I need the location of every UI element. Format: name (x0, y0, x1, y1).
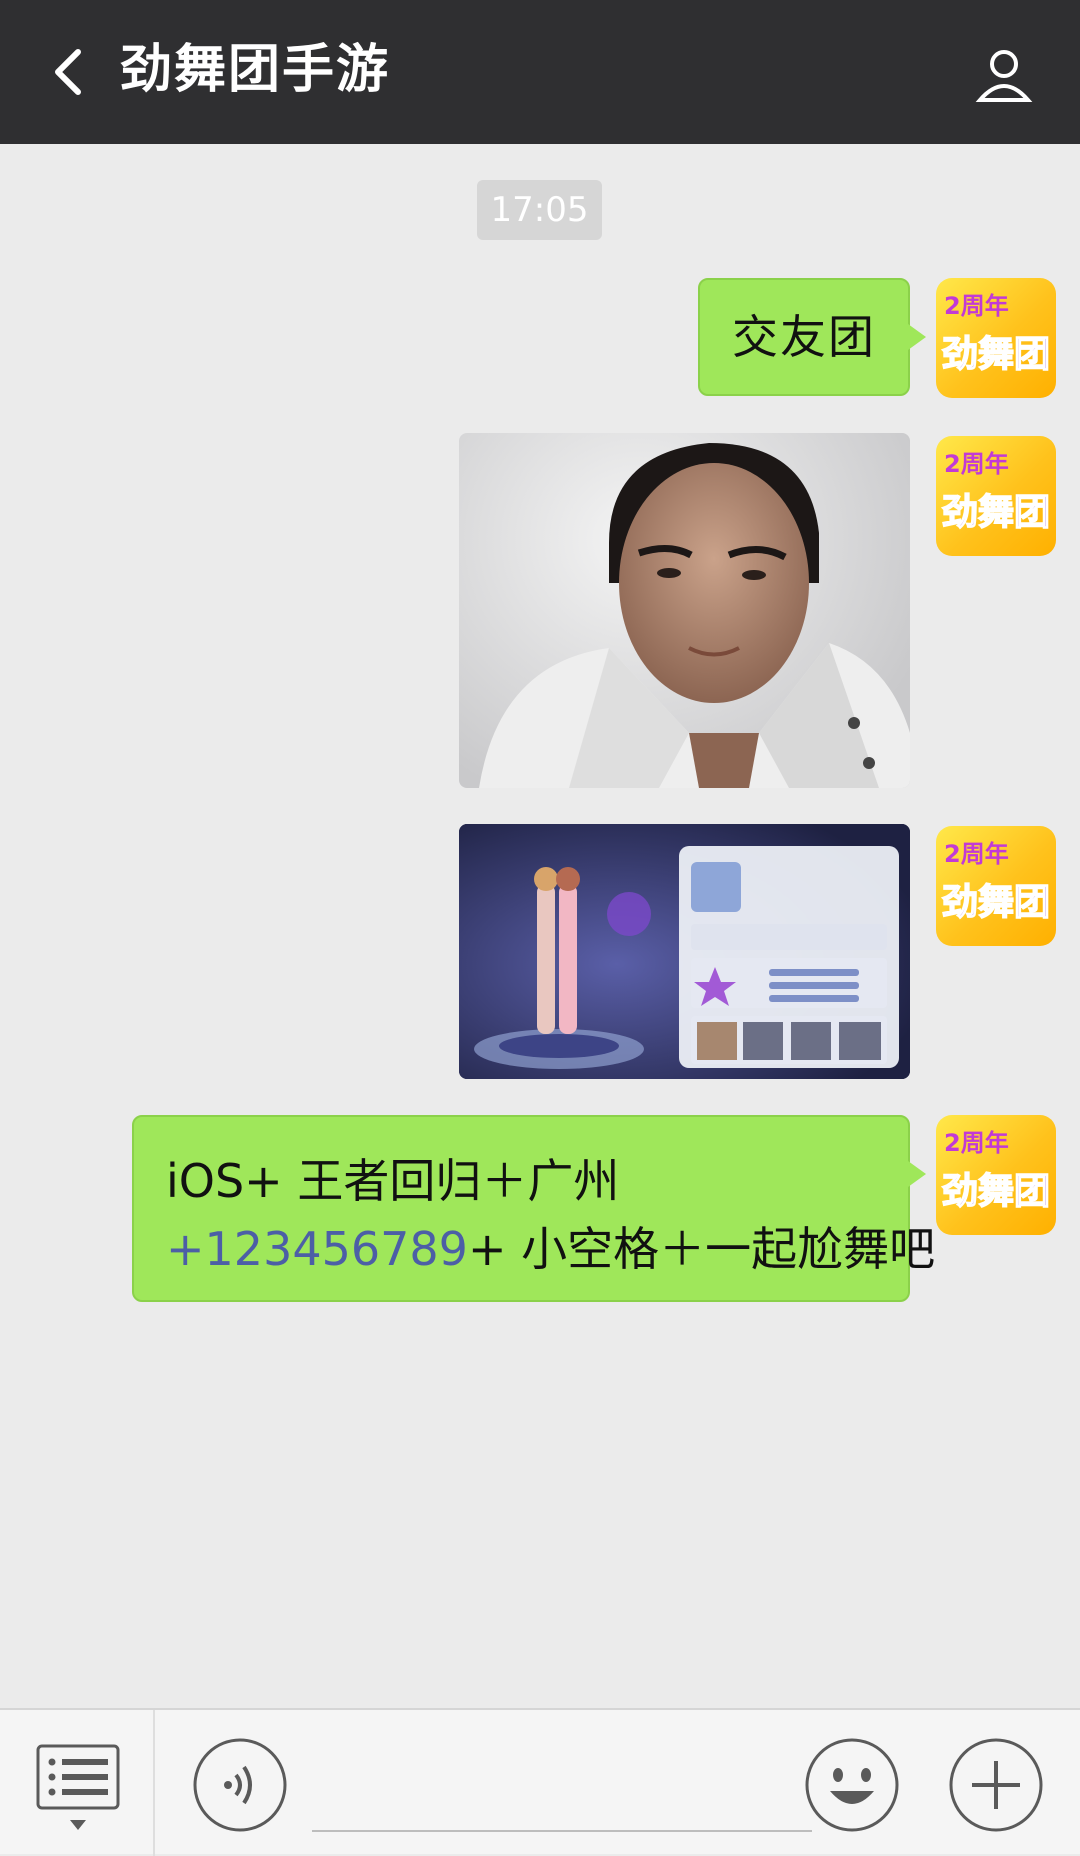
plus-icon[interactable] (948, 1737, 1044, 1833)
message-text: 交友团 (732, 310, 876, 364)
toolbar-divider (153, 1710, 155, 1856)
avatar[interactable]: 2周年 劲舞团 (936, 1115, 1056, 1235)
portrait-photo-image (479, 443, 910, 788)
chat-title: 劲舞团手游 (120, 40, 391, 100)
svg-text:2周年: 2周年 (944, 840, 1009, 868)
svg-text:劲舞团: 劲舞团 (942, 882, 1050, 923)
back-arrow-icon[interactable] (44, 44, 94, 100)
brand-logo-icon: 2周年 劲舞团 (941, 292, 1051, 376)
message-image-portrait[interactable] (459, 433, 910, 788)
svg-text:2周年: 2周年 (944, 1129, 1009, 1157)
svg-text:2周年: 2周年 (944, 292, 1009, 320)
input-toolbar (0, 1708, 1080, 1856)
message-timestamp: 17:05 (477, 180, 602, 240)
svg-text:2周年: 2周年 (944, 450, 1009, 478)
message-bubble-text[interactable]: iOS+ 王者回归＋广州 +123456789+ 小空格＋一起尬舞吧 (132, 1115, 935, 1302)
game-screenshot-image (459, 824, 910, 1079)
avatar[interactable]: 2周年 劲舞团 (936, 278, 1056, 398)
svg-text:劲舞团: 劲舞团 (942, 492, 1050, 533)
brand-logo-icon: 2周年 劲舞团 (941, 1129, 1051, 1213)
avatar[interactable]: 2周年 劲舞团 (936, 436, 1056, 556)
message-text-rest: + 小空格＋一起尬舞吧 (467, 1222, 936, 1276)
message-text-line: iOS+ 王者回归＋广州 (166, 1154, 620, 1208)
svg-text:劲舞团: 劲舞团 (942, 334, 1050, 375)
message-input[interactable] (312, 1830, 812, 1832)
voice-icon[interactable] (192, 1737, 288, 1833)
svg-text:劲舞团: 劲舞团 (942, 1171, 1050, 1212)
message-text-line: +123456789+ 小空格＋一起尬舞吧 (166, 1215, 935, 1283)
emoji-icon[interactable] (804, 1737, 900, 1833)
top-bar: 劲舞团手游 (0, 0, 1080, 144)
message-image-game-screenshot[interactable] (459, 824, 910, 1079)
person-icon[interactable] (972, 42, 1036, 106)
brand-logo-icon: 2周年 劲舞团 (941, 840, 1051, 924)
avatar[interactable]: 2周年 劲舞团 (936, 826, 1056, 946)
phone-number-link[interactable]: +123456789 (166, 1222, 468, 1276)
message-bubble-text[interactable]: 交友团 (698, 278, 926, 396)
brand-logo-icon: 2周年 劲舞团 (941, 450, 1051, 534)
menu-list-icon[interactable] (36, 1744, 120, 1834)
